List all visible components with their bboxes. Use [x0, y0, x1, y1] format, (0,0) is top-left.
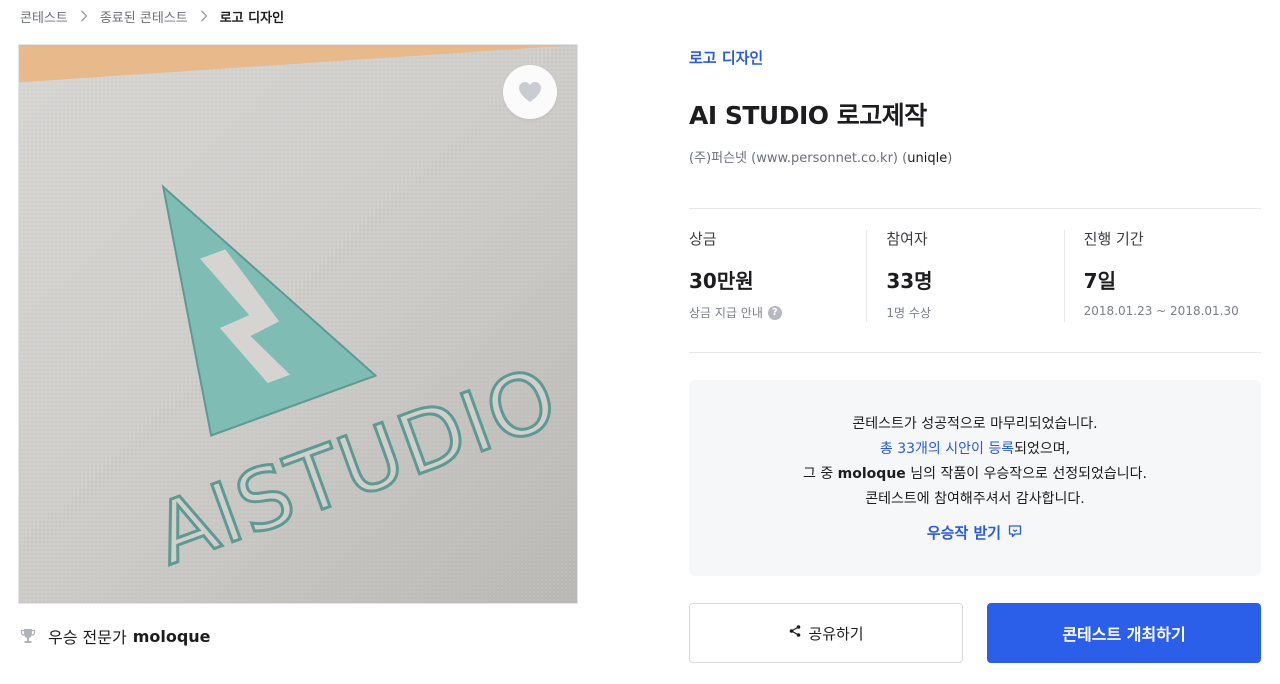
stat-sub: 1명 수상 [886, 304, 1063, 321]
stat-label: 진행 기간 [1083, 230, 1144, 248]
notice-line-3: 그 중 moloque 님의 작품이 우승작으로 선정되었습니다. [689, 462, 1261, 487]
breadcrumb-ended-contests[interactable]: 종료된 콘테스트 [100, 7, 188, 26]
winner-label: 우승 전문가 [48, 628, 127, 647]
breadcrumb-contest[interactable]: 콘테스트 [20, 7, 68, 26]
chevron-right-icon [80, 10, 88, 22]
open-contest-button[interactable]: 콘테스트 개최하기 [987, 603, 1261, 663]
breadcrumb: 콘테스트 종료된 콘테스트 로고 디자인 [20, 6, 284, 26]
trophy-icon [20, 628, 36, 644]
stat-prize: 상금 30만원 상금 지급 안내 ? [689, 228, 866, 324]
chat-bubble-icon [1001, 523, 1023, 543]
contest-complete-notice: 콘테스트가 성공적으로 마무리되었습니다. 총 33개의 시안이 등록되었으며,… [689, 380, 1261, 576]
winner-name[interactable]: moloque [133, 627, 211, 646]
help-icon[interactable]: ? [767, 305, 782, 320]
stat-sub: 상금 지급 안내 ? [689, 304, 866, 321]
stat-label: 참여자 [886, 230, 928, 248]
receive-label: 우승작 받기 [926, 524, 1002, 542]
notice-line-3-rest: 님의 작품이 우승작으로 선정되었습니다. [905, 466, 1147, 482]
date-range: 2018.01.23 ~ 2018.01.30 [1083, 304, 1239, 318]
stat-value: 30만원 [689, 269, 754, 293]
logo-mockup-image: AISTUDIO [19, 45, 577, 603]
notice-line-1: 콘테스트가 성공적으로 마무리되었습니다. [852, 416, 1098, 432]
share-icon [788, 624, 808, 642]
breadcrumb-current: 로고 디자인 [219, 10, 285, 26]
notice-line-2-rest: 되었으며, [1014, 441, 1071, 457]
notice-winner-name: moloque [837, 466, 906, 482]
stat-value: 33명 [886, 269, 933, 293]
stat-value: 7일 [1083, 269, 1116, 293]
award-count: 1명 수상 [886, 306, 931, 320]
notice-line-2: 총 33개의 시안이 등록되었으며, [689, 437, 1261, 462]
stat-participants: 참여자 33명 1명 수상 [866, 228, 1063, 324]
share-label: 공유하기 [808, 624, 864, 643]
heart-icon [517, 80, 543, 104]
notice-line-4: 콘테스트에 참여해주셔서 감사합니다. [865, 491, 1085, 507]
host-user-id[interactable]: uniqle [907, 151, 947, 166]
winner-info: 우승 전문가 moloque [20, 624, 211, 648]
stat-label: 상금 [689, 230, 717, 248]
contest-title: AI STUDIO 로고제작 [689, 101, 927, 130]
receive-winning-work-button[interactable]: 우승작 받기 [927, 522, 1023, 543]
stat-sub: 2018.01.23 ~ 2018.01.30 [1084, 304, 1261, 318]
divider [689, 352, 1261, 353]
contest-host: (주)퍼슨넷 (www.personnet.co.kr) (uniqle) [689, 147, 952, 166]
contest-winning-image[interactable]: AISTUDIO [18, 44, 578, 604]
stat-duration: 진행 기간 7일 2018.01.23 ~ 2018.01.30 [1063, 228, 1261, 324]
divider [689, 208, 1261, 209]
contest-stats: 상금 30만원 상금 지급 안내 ? 참여자 33명 1명 수상 진행 기간 7… [689, 228, 1261, 324]
share-button[interactable]: 공유하기 [689, 603, 963, 663]
host-company: (주)퍼슨넷 (www.personnet.co.kr) [689, 151, 899, 166]
like-button[interactable] [503, 65, 557, 119]
host-id-close: ) [947, 151, 953, 166]
prize-payment-guide[interactable]: 상금 지급 안내 [689, 304, 763, 321]
chevron-right-icon [200, 10, 208, 22]
contest-category[interactable]: 로고 디자인 [689, 47, 763, 68]
submissions-link[interactable]: 총 33개의 시안이 등록 [880, 441, 1014, 457]
notice-line-3-pre: 그 중 [803, 466, 838, 482]
